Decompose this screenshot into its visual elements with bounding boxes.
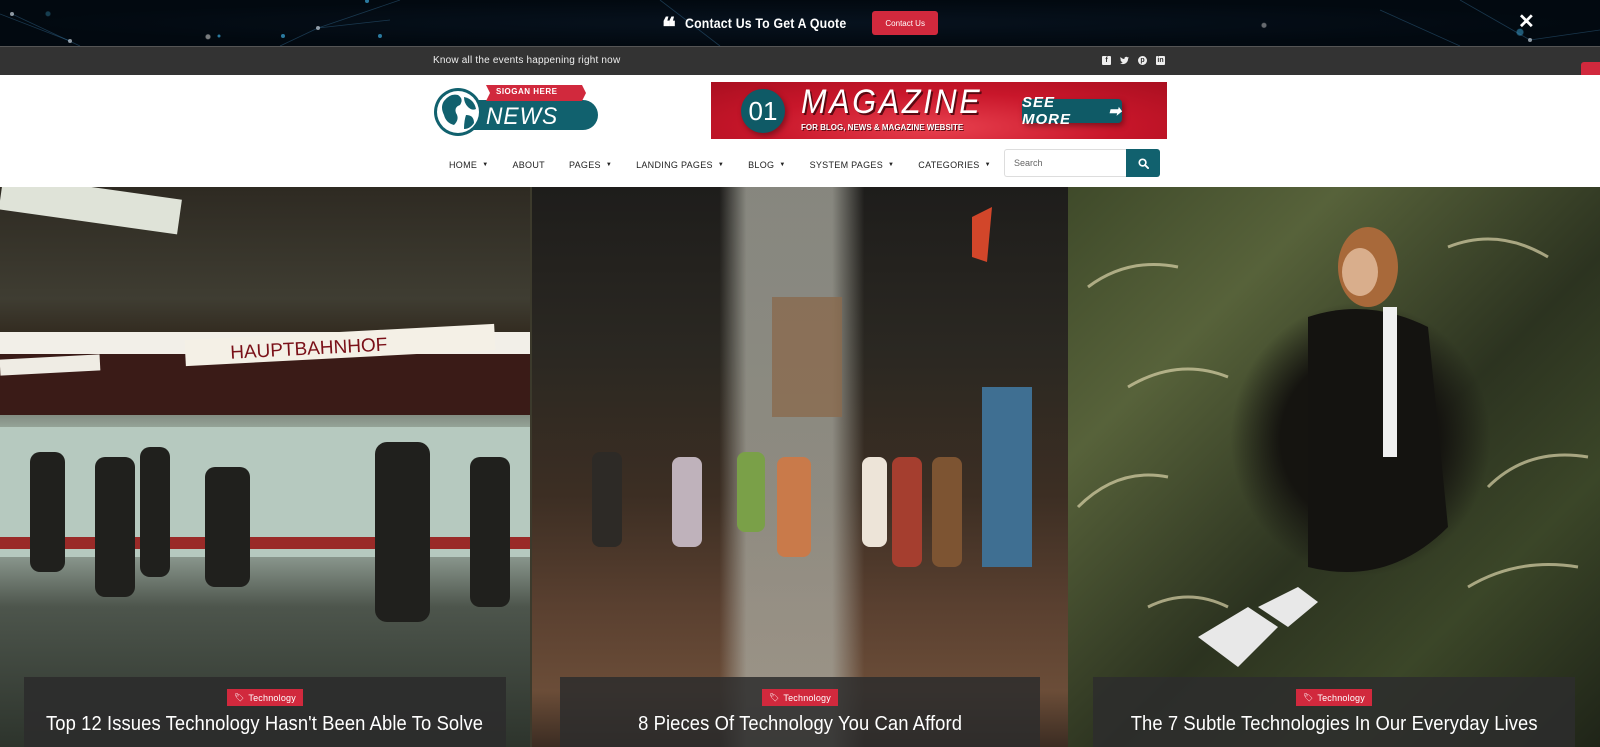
search-input[interactable] <box>1004 149 1126 177</box>
nav-item-landing-pages[interactable]: LANDING PAGES ▼ <box>636 160 724 170</box>
nav-item-categories[interactable]: CATEGORIES ▼ <box>918 160 991 170</box>
nav-item-home[interactable]: HOME ▼ <box>449 160 488 170</box>
category-tag[interactable]: 🏷 Technology <box>1296 689 1372 706</box>
slide-card[interactable]: 🏷 Technology 8 Pieces Of Technology You C… <box>532 187 1068 747</box>
caret-down-icon: ▼ <box>717 162 725 168</box>
caret-down-icon: ▼ <box>605 162 613 168</box>
ad-subtitle: FOR BLOG, NEWS & MAGAZINE WEBSITE <box>801 123 964 132</box>
featured-slider: HAUPTBAHNHOF 🏷 Technology Top 12 Issues T… <box>0 187 1600 747</box>
slide-caption: 🏷 Technology The 7 Subtle Technologies In… <box>1093 677 1575 747</box>
tag-icon: 🏷 <box>1303 693 1314 702</box>
promo-text: Contact Us To Get A Quote <box>684 15 847 31</box>
category-label: Technology <box>1317 692 1365 703</box>
ad-number: 01 <box>741 89 785 133</box>
top-bar: Know all the events happening right now … <box>0 46 1600 75</box>
nav-item-about[interactable]: ABOUT <box>512 160 545 170</box>
slide-image-subway-station: HAUPTBAHNHOF <box>0 187 530 747</box>
caret-down-icon: ▼ <box>779 162 786 168</box>
site-header: SIOGAN HERE NEWS PRO 01 MAGAZINE FOR BLO… <box>0 75 1600 187</box>
nav-label: HOME <box>449 160 478 170</box>
linkedin-icon[interactable]: in <box>1156 56 1165 65</box>
slide-title[interactable]: 8 Pieces Of Technology You Can Afford <box>638 713 962 736</box>
search-form <box>1004 149 1161 177</box>
slide-caption: 🏷 Technology Top 12 Issues Technology Has… <box>24 677 506 747</box>
caret-down-icon: ▼ <box>984 162 991 168</box>
see-more-button[interactable]: SEE MORE ➡ <box>1022 94 1122 128</box>
main-nav: HOME ▼ ABOUT PAGES ▼ LANDING PAGES ▼ BLOG ▼ … <box>449 157 1100 173</box>
pinterest-icon[interactable]: p <box>1138 56 1147 65</box>
slide-card[interactable]: HAUPTBAHNHOF 🏷 Technology Top 12 Issues T… <box>0 187 532 747</box>
slide-card[interactable]: 🏷 Technology The 7 Subtle Technologies In… <box>1068 187 1600 747</box>
slide-title[interactable]: Top 12 Issues Technology Hasn't Been Abl… <box>46 713 483 736</box>
ad-title: MAGAZINE <box>801 83 983 121</box>
nav-item-blog[interactable]: BLOG ▼ <box>748 160 785 170</box>
site-logo[interactable]: SIOGAN HERE NEWS PRO <box>434 83 604 158</box>
contact-us-button[interactable]: Contact Us <box>872 11 939 35</box>
slide-image-city-street <box>532 187 1068 747</box>
logo-name: NEWS PRO <box>486 103 559 158</box>
slide-caption: 🏷 Technology 8 Pieces Of Technology You C… <box>560 677 1040 747</box>
close-icon[interactable]: ✕ <box>1518 12 1535 32</box>
search-icon <box>1137 157 1149 169</box>
nav-label: SYSTEM PAGES <box>809 160 884 170</box>
category-label: Technology <box>783 692 831 703</box>
tag-icon: 🏷 <box>769 693 780 702</box>
quote-left-icon: ❝ <box>661 13 676 43</box>
nav-item-pages[interactable]: PAGES ▼ <box>569 160 612 170</box>
nav-label: ABOUT <box>512 160 545 170</box>
social-links: f p in <box>1102 56 1165 65</box>
nav-label: PAGES <box>568 160 601 170</box>
nav-label: BLOG <box>748 160 775 170</box>
logo-slogan: SIOGAN HERE <box>496 87 558 96</box>
category-tag[interactable]: 🏷 Technology <box>227 689 303 706</box>
twitter-icon[interactable] <box>1120 56 1129 65</box>
caret-down-icon: ▼ <box>888 162 895 168</box>
category-label: Technology <box>248 692 296 703</box>
nav-label: CATEGORIES <box>918 160 980 170</box>
see-more-label: SEE MORE <box>1022 94 1071 128</box>
category-tag[interactable]: 🏷 Technology <box>762 689 838 706</box>
facebook-icon[interactable]: f <box>1102 56 1111 65</box>
search-button[interactable] <box>1126 149 1160 177</box>
magazine-ad-banner[interactable]: 01 MAGAZINE FOR BLOG, NEWS & MAGAZINE WE… <box>711 82 1167 139</box>
nav-item-system-pages[interactable]: SYSTEM PAGES ▼ <box>810 160 895 170</box>
caret-down-icon: ▼ <box>482 162 489 168</box>
arrow-right-icon: ➡ <box>1108 103 1122 120</box>
nav-label: LANDING PAGES <box>636 160 713 170</box>
topbar-tagline: Know all the events happening right now <box>433 55 621 66</box>
promo-bar: ❝ Contact Us To Get A Quote Contact Us ✕ <box>0 0 1600 46</box>
slide-image-woman-in-grass <box>1068 187 1600 747</box>
slide-title[interactable]: The 7 Subtle Technologies In Our Everyda… <box>1131 713 1538 736</box>
tag-icon: 🏷 <box>234 693 245 702</box>
